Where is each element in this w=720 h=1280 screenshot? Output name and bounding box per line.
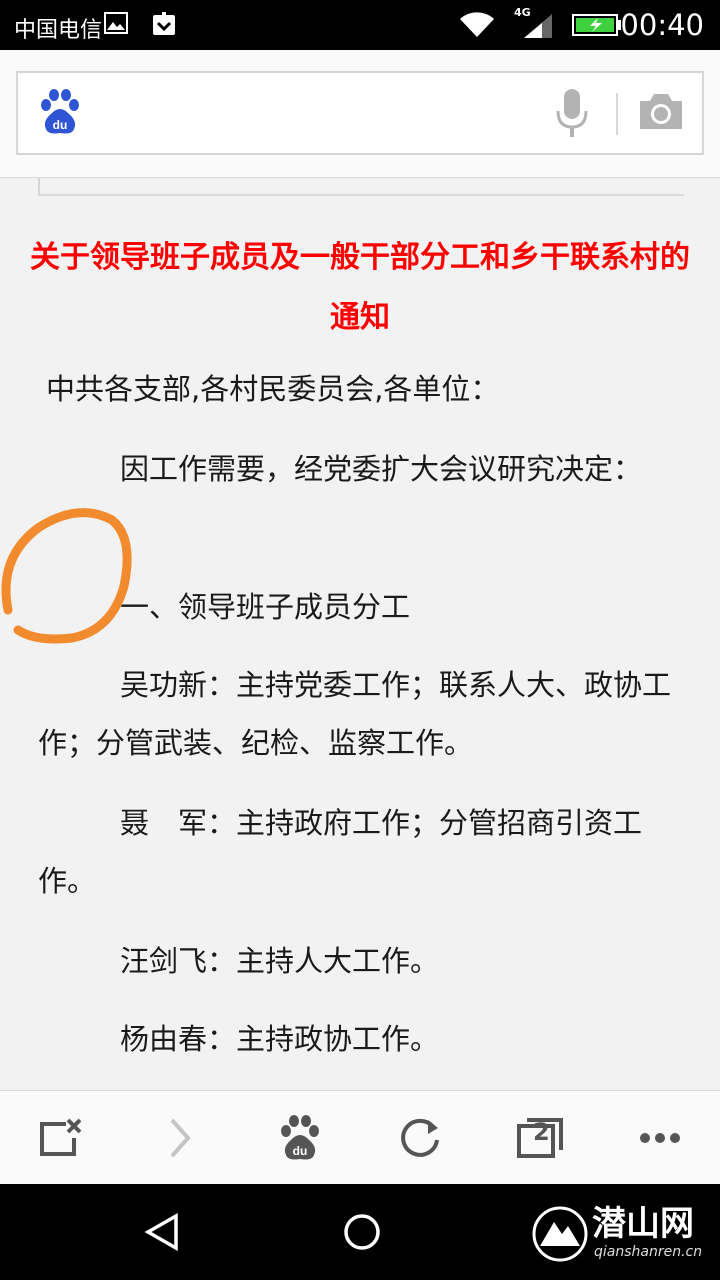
paragraph-yang-youchun: 杨由春：主持政协工作。 bbox=[120, 1022, 440, 1056]
back-triangle-icon bbox=[144, 1213, 178, 1251]
browser-header: du bbox=[0, 50, 720, 178]
menu-button[interactable] bbox=[600, 1091, 720, 1185]
clock: 00:40 bbox=[620, 8, 704, 42]
image-notification-icon bbox=[104, 12, 128, 38]
system-nav-bar: 潜山网 qianshanren.cn bbox=[0, 1184, 720, 1280]
site-watermark: 潜山网 qianshanren.cn bbox=[532, 1196, 712, 1272]
baidu-home-button[interactable]: du bbox=[240, 1091, 360, 1185]
signal-icon bbox=[522, 14, 554, 42]
search-bar-divider bbox=[616, 93, 618, 135]
svg-text:du: du bbox=[53, 118, 68, 132]
microphone-icon[interactable] bbox=[554, 87, 590, 143]
watermark-site-name: 潜山网 bbox=[592, 1204, 694, 1244]
back-button[interactable] bbox=[122, 1202, 202, 1262]
baidu-paw-icon: du bbox=[281, 1115, 319, 1160]
close-page-button[interactable] bbox=[0, 1091, 120, 1185]
content-top-divider bbox=[38, 194, 684, 196]
home-button[interactable] bbox=[322, 1202, 402, 1262]
more-dots-icon bbox=[640, 1133, 680, 1143]
content-frame-edge bbox=[38, 178, 40, 194]
document-title: 关于领导班子成员及一般干部分工和乡干联系村的通知 bbox=[30, 240, 690, 335]
forward-arrow-icon bbox=[170, 1118, 191, 1158]
download-notification-icon bbox=[152, 12, 176, 40]
watermark-logo-icon bbox=[532, 1206, 588, 1262]
paragraph-nie-jun: 聂 军：主持政府工作；分管招商引资工作。 bbox=[38, 806, 643, 898]
tab-count: 2 bbox=[533, 1118, 550, 1146]
forward-button[interactable] bbox=[120, 1091, 240, 1185]
carrier-label: 中国电信 bbox=[14, 18, 103, 43]
document-salutation: 中共各支部,各村民委员会,各单位： bbox=[46, 372, 500, 406]
page-content[interactable]: 关于领导班子成员及一般干部分工和乡干联系村的通知 中共各支部,各村民委员会,各单… bbox=[0, 178, 720, 1090]
paragraph-wu-gongxin: 吴功新：主持党委工作；联系人大、政协工作；分管武装、纪检、监察工作。 bbox=[38, 668, 672, 760]
paragraph-decision: 因工作需要，经党委扩大会议研究决定： bbox=[120, 452, 643, 486]
refresh-button[interactable] bbox=[360, 1091, 480, 1185]
watermark-url: qianshanren.cn bbox=[594, 1244, 703, 1260]
browser-toolbar: du 2 bbox=[0, 1090, 720, 1184]
tabs-button[interactable]: 2 bbox=[480, 1091, 600, 1185]
paragraph-wang-jianfei: 汪剑飞：主持人大工作。 bbox=[120, 944, 440, 978]
refresh-icon bbox=[401, 1118, 439, 1157]
search-input[interactable] bbox=[98, 93, 538, 133]
battery-charging-icon bbox=[572, 14, 622, 40]
hand-drawn-circle-annotation bbox=[1, 508, 132, 644]
camera-icon[interactable] bbox=[638, 91, 684, 135]
search-bar[interactable]: du bbox=[16, 71, 704, 155]
svg-text:du: du bbox=[293, 1144, 308, 1158]
close-page-icon bbox=[40, 1118, 82, 1156]
status-bar: 中国电信 4G 00:40 bbox=[0, 0, 720, 50]
baidu-paw-logo-icon[interactable]: du bbox=[38, 89, 82, 139]
wifi-icon bbox=[458, 10, 496, 42]
home-circle-icon bbox=[344, 1214, 380, 1250]
